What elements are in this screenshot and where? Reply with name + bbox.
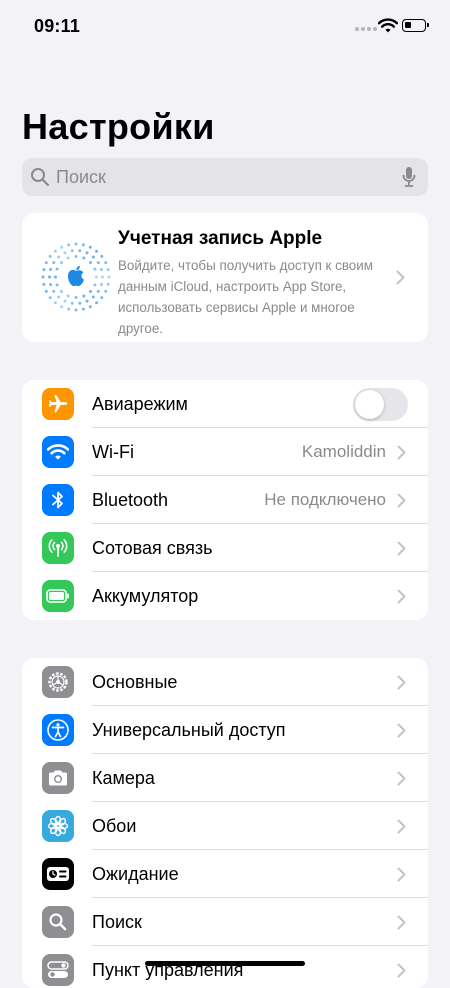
apple-account-card[interactable]: Учетная запись Apple Войдите, чтобы полу…	[22, 213, 428, 342]
settings-row-control-center[interactable]: Пункт управления	[22, 946, 428, 988]
battery-icon	[42, 580, 74, 612]
settings-row-label: Универсальный доступ	[92, 720, 286, 740]
settings-row-cellular[interactable]: Сотовая связь	[22, 524, 428, 572]
settings-row-label: Авиарежим	[92, 394, 188, 414]
settings-row-label: Камера	[92, 768, 155, 788]
settings-row-label: Обои	[92, 816, 137, 836]
settings-row-wallpaper[interactable]: Обои	[22, 802, 428, 850]
search-icon	[42, 906, 74, 938]
settings-row-label: Bluetooth	[92, 490, 169, 510]
chevron-right-icon	[397, 589, 406, 604]
settings-row-value: Не подключено	[264, 490, 386, 509]
settings-row-label: Основные	[92, 672, 178, 692]
status-bar: 09:11	[0, 0, 450, 54]
settings-row-value: Kamoliddin	[301, 442, 386, 461]
settings-row-label: Аккумулятор	[92, 586, 199, 606]
microphone-icon[interactable]	[401, 166, 417, 188]
bluetooth-icon	[42, 484, 74, 516]
settings-row-bluetooth[interactable]: Bluetooth Не подключено	[22, 476, 428, 524]
settings-row-general[interactable]: Основные	[22, 658, 428, 706]
accessibility-icon	[42, 714, 74, 746]
search-icon	[31, 168, 50, 187]
chevron-right-icon	[397, 723, 406, 738]
page-title: Настройки	[22, 106, 215, 147]
settings-row-search[interactable]: Поиск	[22, 898, 428, 946]
home-indicator[interactable]	[145, 961, 305, 966]
wifi-icon	[42, 436, 74, 468]
account-title: Учетная запись Apple	[118, 228, 323, 249]
settings-row-label: Сотовая связь	[92, 538, 213, 558]
chevron-right-icon	[397, 915, 406, 930]
cellular-icon	[42, 532, 74, 564]
search-bar[interactable]	[22, 158, 428, 196]
settings-row-label: Wi-Fi	[92, 442, 134, 462]
standby-icon	[42, 858, 74, 890]
gear-icon	[42, 666, 74, 698]
connectivity-settings-group: Авиарежим Wi-Fi Kamoliddin Bluetooth Не …	[22, 380, 428, 620]
settings-row-wifi[interactable]: Wi-Fi Kamoliddin	[22, 428, 428, 476]
chevron-right-icon	[397, 675, 406, 690]
search-input[interactable]	[56, 158, 386, 196]
settings-row-airplane-mode[interactable]: Авиарежим	[22, 380, 428, 428]
status-time: 09:11	[34, 16, 81, 36]
general-settings-group: Основные Универсальный доступ Камера Обо…	[22, 658, 428, 988]
airplane-icon	[42, 388, 74, 420]
cellular-signal-icon	[355, 27, 377, 31]
chevron-right-icon	[397, 771, 406, 786]
wifi-status-icon	[378, 18, 398, 33]
settings-row-battery[interactable]: Аккумулятор	[22, 572, 428, 620]
chevron-right-icon	[397, 541, 406, 556]
battery-status-icon	[402, 19, 429, 32]
control-center-icon	[42, 954, 74, 986]
camera-icon	[42, 762, 74, 794]
airplane-mode-toggle[interactable]	[353, 388, 408, 421]
settings-row-accessibility[interactable]: Универсальный доступ	[22, 706, 428, 754]
settings-row-label: Пункт управления	[92, 960, 244, 980]
chevron-right-icon	[397, 493, 406, 508]
account-description: Войдите, чтобы получить доступ к своим д…	[118, 258, 373, 336]
settings-row-label: Поиск	[92, 912, 142, 932]
chevron-right-icon	[397, 963, 406, 978]
apple-logo-icon	[41, 242, 111, 312]
chevron-right-icon	[397, 867, 406, 882]
wallpaper-icon	[42, 810, 74, 842]
chevron-right-icon	[396, 270, 405, 285]
settings-row-camera[interactable]: Камера	[22, 754, 428, 802]
chevron-right-icon	[397, 819, 406, 834]
settings-row-label: Ожидание	[92, 864, 179, 884]
settings-row-standby[interactable]: Ожидание	[22, 850, 428, 898]
chevron-right-icon	[397, 445, 406, 460]
